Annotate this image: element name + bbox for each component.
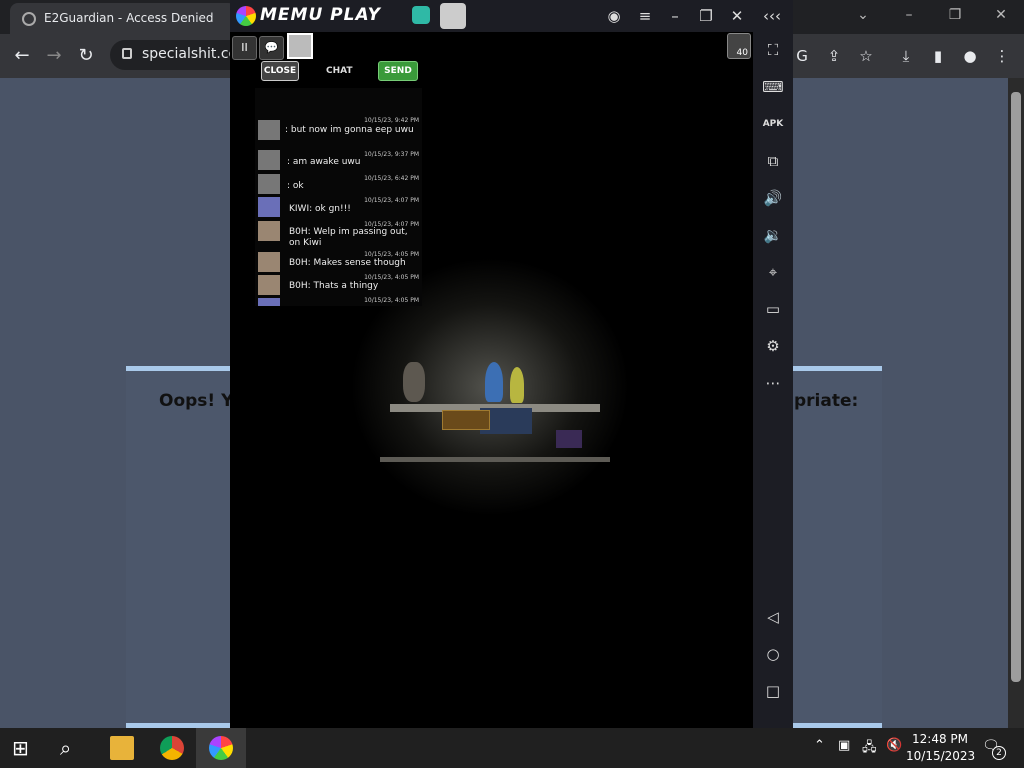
collapse-sidebar-icon[interactable]: ‹‹‹ bbox=[761, 5, 783, 27]
memu-title-bar: MEMU PLAY ◉ ≡ – ❐ ✕ ‹‹‹ bbox=[230, 0, 793, 32]
user-avatar bbox=[258, 221, 280, 241]
vase bbox=[403, 362, 425, 402]
more-options-icon[interactable]: ⋯ bbox=[761, 371, 785, 395]
chat-title: CHAT bbox=[326, 66, 353, 76]
yellow-crystal bbox=[510, 367, 524, 403]
message-text: B0H: Makes sense though bbox=[289, 258, 406, 268]
memu-emulator-window: MEMU PLAY ◉ ≡ – ❐ ✕ ‹‹‹ II 💬 40 CLOSE CH… bbox=[230, 0, 793, 728]
denied-message-end: priate: bbox=[794, 391, 859, 411]
tab-title: E2Guardian - Access Denied bbox=[44, 11, 214, 25]
memu-logo-icon bbox=[236, 6, 256, 26]
android-home-icon[interactable]: ○ bbox=[761, 642, 785, 666]
message-text: : but now im gonna eep uwu bbox=[285, 125, 414, 135]
memu-taskbar-icon bbox=[209, 736, 233, 760]
user-avatar bbox=[258, 174, 280, 194]
memu-close-icon[interactable]: ✕ bbox=[726, 5, 748, 27]
gems-counter[interactable]: 40 bbox=[727, 33, 751, 59]
show-hidden-icons-icon[interactable]: ⌃ bbox=[814, 738, 825, 753]
account-icon[interactable]: ◉ bbox=[603, 5, 625, 27]
message-time: 10/15/23, 4:05 PM bbox=[364, 297, 419, 304]
memu-taskbar-item[interactable] bbox=[196, 728, 246, 768]
folder-icon[interactable]: ▭ bbox=[761, 297, 785, 321]
tab-favicon-icon bbox=[22, 12, 36, 26]
home-app-tab-icon[interactable] bbox=[412, 6, 430, 24]
memu-restore-icon[interactable]: ❐ bbox=[695, 5, 717, 27]
windows-start-icon[interactable]: ⊞ bbox=[12, 736, 36, 760]
android-recents-icon[interactable]: □ bbox=[761, 679, 785, 703]
clock-date[interactable]: 10/15/2023 bbox=[906, 749, 975, 763]
share-icon[interactable]: ⇪ bbox=[822, 44, 846, 68]
memu-sidebar: ⛶ ⌨ APK ⧉ 🔊 🔉 ⌖ ▭ ⚙ ⋯ ◁ ○ □ bbox=[753, 32, 793, 728]
back-icon[interactable]: ← bbox=[10, 44, 34, 68]
user-avatar bbox=[258, 150, 280, 170]
game-app-tab-icon[interactable] bbox=[440, 3, 466, 29]
message-text: KIWI: ok gn!!! bbox=[289, 204, 351, 214]
scrollbar-thumb[interactable] bbox=[1011, 92, 1021, 682]
chat-bubble-icon[interactable]: 💬 bbox=[259, 36, 284, 60]
page-scrollbar[interactable] bbox=[1008, 78, 1024, 728]
volume-down-icon[interactable]: 🔉 bbox=[761, 223, 785, 247]
network-icon[interactable]: 🖧 bbox=[862, 738, 877, 760]
user-avatar bbox=[258, 197, 280, 217]
search-icon[interactable]: ⌕ bbox=[60, 736, 84, 760]
user-avatar bbox=[258, 298, 280, 306]
windows-taskbar: ⊞ ⌕ ⌃ ▣ 🖧 🔇 12:48 PM 10/15/2023 🗨 2 bbox=[0, 728, 1024, 768]
download-icon[interactable]: ⤓ bbox=[894, 44, 918, 68]
user-avatar bbox=[258, 120, 280, 140]
google-lens-icon[interactable]: G bbox=[790, 44, 814, 68]
message-text: B0H: Thats a thingy bbox=[289, 281, 379, 291]
clock-time[interactable]: 12:48 PM bbox=[912, 732, 968, 746]
message-text: : ok bbox=[287, 181, 304, 191]
menu-kebab-icon[interactable]: ⋮ bbox=[990, 44, 1014, 68]
memu-logo-text: MEMU PLAY bbox=[260, 5, 381, 25]
close-icon[interactable]: ✕ bbox=[978, 0, 1024, 30]
chat-close-button[interactable]: CLOSE bbox=[261, 61, 299, 81]
volume-up-icon[interactable]: 🔊 bbox=[761, 186, 785, 210]
keyboard-icon[interactable]: ⌨ bbox=[761, 75, 785, 99]
pause-button[interactable]: II bbox=[232, 36, 257, 60]
address-bar[interactable]: specialshit.com bbox=[110, 40, 251, 70]
memu-minimize-icon[interactable]: – bbox=[664, 5, 686, 27]
user-avatar bbox=[258, 275, 280, 295]
gem-count: 40 bbox=[736, 48, 748, 58]
location-icon[interactable]: ⌖ bbox=[761, 260, 785, 284]
android-back-icon[interactable]: ◁ bbox=[761, 605, 785, 629]
side-panel-icon[interactable]: ▮ bbox=[926, 44, 950, 68]
message-time: 10/15/23, 4:05 PM bbox=[364, 274, 419, 281]
settings-gear-icon[interactable]: ⚙ bbox=[761, 334, 785, 358]
user-avatar bbox=[258, 252, 280, 272]
floor-ledge bbox=[380, 457, 610, 462]
volume-muted-icon[interactable]: 🔇 bbox=[886, 738, 902, 753]
message-time: 10/15/23, 4:05 PM bbox=[364, 251, 419, 258]
file-explorer-icon[interactable] bbox=[110, 736, 134, 760]
purple-object bbox=[556, 430, 582, 448]
notification-badge: 2 bbox=[992, 746, 1006, 760]
chat-log[interactable]: 10/15/23, 9:42 PM : but now im gonna eep… bbox=[255, 88, 422, 306]
message-time: 10/15/23, 4:07 PM bbox=[364, 197, 419, 204]
chrome-icon[interactable] bbox=[160, 736, 184, 760]
restore-icon[interactable]: ❐ bbox=[932, 0, 978, 30]
memu-menu-icon[interactable]: ≡ bbox=[634, 5, 656, 27]
player-avatar-button[interactable] bbox=[287, 33, 313, 59]
chat-send-button[interactable]: SEND bbox=[378, 61, 418, 81]
message-text: : am awake uwu bbox=[287, 157, 361, 167]
bookmark-star-icon[interactable]: ☆ bbox=[854, 44, 878, 68]
forward-icon[interactable]: → bbox=[42, 44, 66, 68]
blue-crystal bbox=[485, 362, 503, 402]
message-text: B0H: Welp im passing out, on Kiwi bbox=[289, 227, 408, 248]
reload-icon[interactable]: ↻ bbox=[74, 44, 98, 68]
tab-search-icon[interactable]: ⌄ bbox=[840, 0, 886, 30]
apk-install-icon[interactable]: APK bbox=[761, 112, 785, 136]
wooden-sign bbox=[442, 410, 490, 430]
tray-app-icon[interactable]: ▣ bbox=[838, 738, 850, 753]
lock-icon[interactable] bbox=[122, 48, 132, 59]
fullscreen-icon[interactable]: ⛶ bbox=[761, 38, 785, 62]
multi-instance-icon[interactable]: ⧉ bbox=[761, 149, 785, 173]
message-time: 10/15/23, 9:42 PM bbox=[364, 117, 419, 124]
browser-tab[interactable]: E2Guardian - Access Denied bbox=[10, 3, 236, 34]
profile-icon[interactable]: ● bbox=[958, 44, 982, 68]
minimize-icon[interactable]: – bbox=[886, 0, 932, 30]
